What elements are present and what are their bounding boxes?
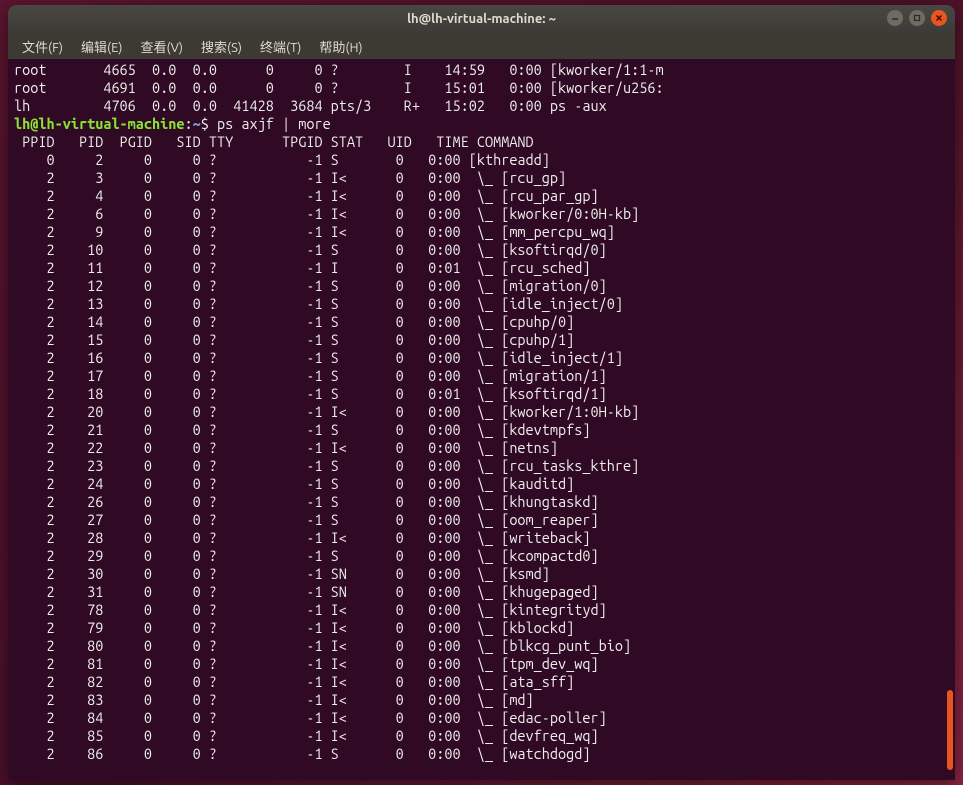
window-title: lh@lh-virtual-machine: ~ bbox=[407, 12, 556, 26]
menu-edit[interactable]: 编辑(E) bbox=[73, 34, 130, 59]
maximize-button[interactable] bbox=[909, 10, 925, 26]
menu-view[interactable]: 查看(V) bbox=[133, 34, 191, 59]
terminal-output[interactable]: root 4665 0.0 0.0 0 0 ? I 14:59 0:00 [kw… bbox=[8, 59, 955, 780]
menu-help[interactable]: 帮助(H) bbox=[311, 34, 370, 59]
scrollbar-thumb[interactable] bbox=[947, 690, 953, 770]
menubar: 文件(F) 编辑(E) 查看(V) 搜索(S) 终端(T) 帮助(H) bbox=[8, 33, 955, 59]
titlebar[interactable]: lh@lh-virtual-machine: ~ bbox=[8, 5, 955, 33]
terminal-window: lh@lh-virtual-machine: ~ 文件(F) 编辑(E) 查看(… bbox=[8, 5, 955, 780]
menu-terminal[interactable]: 终端(T) bbox=[252, 34, 309, 59]
window-controls bbox=[887, 10, 947, 26]
menu-file[interactable]: 文件(F) bbox=[14, 34, 71, 59]
minimize-button[interactable] bbox=[887, 10, 903, 26]
close-button[interactable] bbox=[931, 10, 947, 26]
menu-search[interactable]: 搜索(S) bbox=[193, 34, 250, 59]
